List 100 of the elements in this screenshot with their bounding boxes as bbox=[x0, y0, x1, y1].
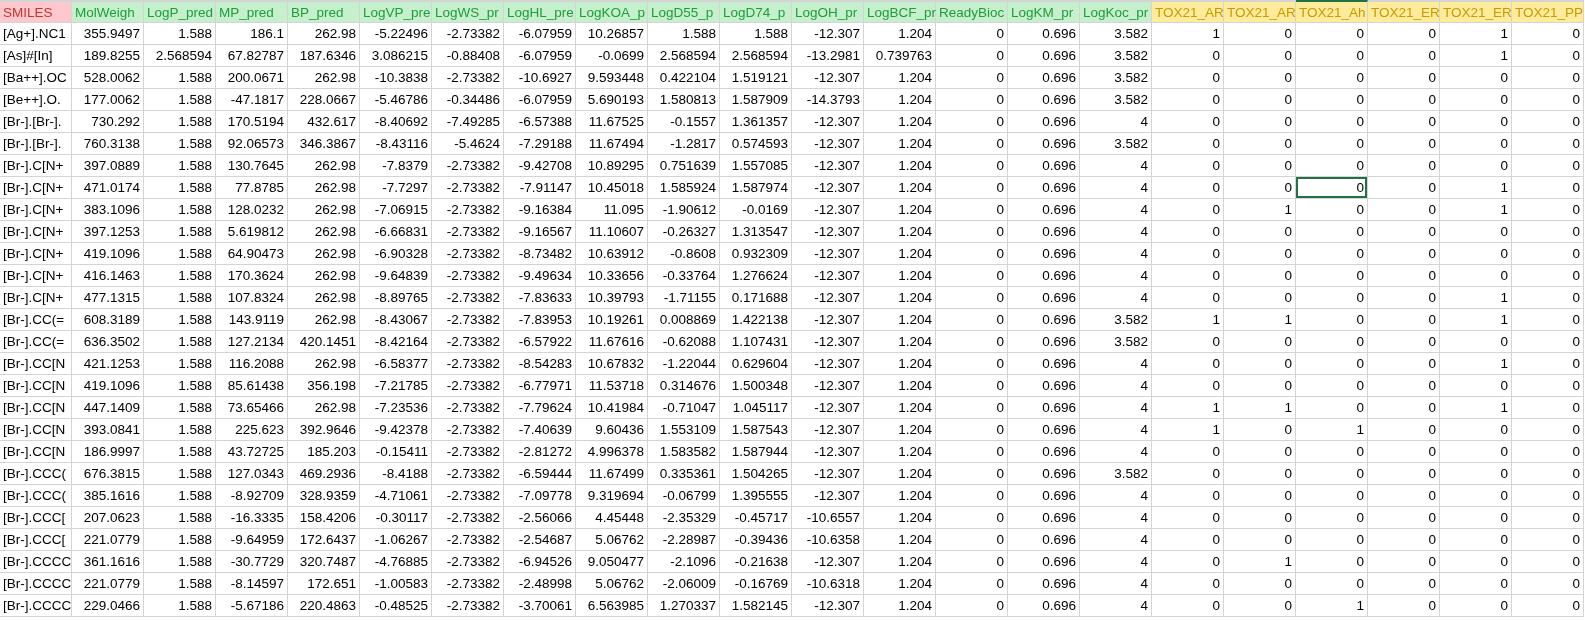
table-cell: -6.57922 bbox=[504, 331, 576, 353]
table-cell: 1 bbox=[1296, 595, 1368, 617]
table-cell: 392.9646 bbox=[288, 419, 360, 441]
table-cell: 6.563985 bbox=[576, 595, 648, 617]
table-cell: 0 bbox=[1296, 133, 1368, 155]
table-cell: 1.588 bbox=[144, 507, 216, 529]
table-cell: 0 bbox=[1152, 155, 1224, 177]
table-cell: 11.67616 bbox=[576, 331, 648, 353]
table-cell: 0 bbox=[1152, 221, 1224, 243]
column-header: LogHL_pre bbox=[504, 0, 576, 23]
table-cell: 0 bbox=[1152, 111, 1224, 133]
column-header: ReadyBioc bbox=[936, 0, 1008, 23]
table-cell: 0 bbox=[1512, 265, 1584, 287]
table-cell: 0 bbox=[1296, 111, 1368, 133]
table-cell: -8.43116 bbox=[360, 133, 432, 155]
table-cell: 447.1409 bbox=[72, 397, 144, 419]
table-cell: 1.204 bbox=[864, 551, 936, 573]
table-cell: 528.0062 bbox=[72, 67, 144, 89]
table-cell: 207.0623 bbox=[72, 507, 144, 529]
table-cell: 1.588 bbox=[144, 287, 216, 309]
table-cell: 1 bbox=[1440, 287, 1512, 309]
table-cell: -8.4188 bbox=[360, 463, 432, 485]
table-cell: -12.307 bbox=[792, 221, 864, 243]
table-cell: 107.8324 bbox=[216, 287, 288, 309]
table-cell: 0 bbox=[1368, 89, 1440, 111]
table-cell: [As]#[In] bbox=[0, 45, 72, 67]
table-cell: 4 bbox=[1080, 507, 1152, 529]
table-cell: -2.73382 bbox=[432, 331, 504, 353]
table-cell: 2.568594 bbox=[648, 45, 720, 67]
table-cell: -2.28987 bbox=[648, 529, 720, 551]
table-cell: -7.8379 bbox=[360, 155, 432, 177]
table-cell: 0.696 bbox=[1008, 529, 1080, 551]
table-cell: [Br-].C[N+ bbox=[0, 177, 72, 199]
table-cell: -12.307 bbox=[792, 441, 864, 463]
table-cell: 1.588 bbox=[144, 89, 216, 111]
table-cell: -2.73382 bbox=[432, 353, 504, 375]
table-cell: 1.313547 bbox=[720, 221, 792, 243]
column-header: LogKoc_pr bbox=[1080, 0, 1152, 23]
table-cell: [Br-].CCC[ bbox=[0, 529, 72, 551]
table-cell: 0.696 bbox=[1008, 287, 1080, 309]
table-cell: 0 bbox=[1440, 595, 1512, 617]
table-cell: 1.204 bbox=[864, 111, 936, 133]
table-cell: [Br-].CCC( bbox=[0, 485, 72, 507]
table-cell: 1.504265 bbox=[720, 463, 792, 485]
table-cell: 0.629604 bbox=[720, 353, 792, 375]
table-cell: 1 bbox=[1152, 419, 1224, 441]
table-cell: 0 bbox=[1440, 507, 1512, 529]
table-cell: 225.623 bbox=[216, 419, 288, 441]
table-cell: 1.204 bbox=[864, 133, 936, 155]
table-cell: 1.585924 bbox=[648, 177, 720, 199]
table-cell: 10.19261 bbox=[576, 309, 648, 331]
table-cell: [Br-].CCCC bbox=[0, 551, 72, 573]
table-cell: 170.5194 bbox=[216, 111, 288, 133]
table-cell: 0 bbox=[1368, 331, 1440, 353]
table-cell: 420.1451 bbox=[288, 331, 360, 353]
table-cell: 419.1096 bbox=[72, 375, 144, 397]
column-header: TOX21_ER bbox=[1440, 0, 1512, 23]
table-cell: -8.42164 bbox=[360, 331, 432, 353]
table-cell: 0 bbox=[1296, 67, 1368, 89]
table-cell: -12.307 bbox=[792, 111, 864, 133]
table-cell: 0 bbox=[1440, 133, 1512, 155]
table-cell: 0 bbox=[1368, 111, 1440, 133]
table-cell: 0 bbox=[1296, 331, 1368, 353]
table-cell: 0 bbox=[1152, 353, 1224, 375]
table-cell: -2.35329 bbox=[648, 507, 720, 529]
table-cell: 1.588 bbox=[144, 529, 216, 551]
table-cell: 0.696 bbox=[1008, 309, 1080, 331]
table-cell: 421.1253 bbox=[72, 353, 144, 375]
table-cell: -14.3793 bbox=[792, 89, 864, 111]
table-cell: 0 bbox=[1296, 287, 1368, 309]
table-cell: 0 bbox=[1224, 463, 1296, 485]
table-cell: 361.1616 bbox=[72, 551, 144, 573]
table-cell: 1 bbox=[1440, 45, 1512, 67]
table-cell: -12.307 bbox=[792, 375, 864, 397]
table-cell: [Br-].CC[N bbox=[0, 419, 72, 441]
table-cell: 1.204 bbox=[864, 353, 936, 375]
table-cell: 0 bbox=[1152, 89, 1224, 111]
table-cell: 0 bbox=[936, 45, 1008, 67]
table-cell: -0.0699 bbox=[576, 45, 648, 67]
table-cell: 0 bbox=[1296, 221, 1368, 243]
table-cell: 0 bbox=[1512, 177, 1584, 199]
table-cell: 0 bbox=[1296, 23, 1368, 45]
table-cell: 0.696 bbox=[1008, 221, 1080, 243]
table-cell: 0 bbox=[1152, 485, 1224, 507]
table-cell: 0 bbox=[1368, 243, 1440, 265]
table-cell: 0 bbox=[936, 551, 1008, 573]
table-cell: 0 bbox=[1152, 67, 1224, 89]
table-cell: 0 bbox=[1368, 595, 1440, 617]
table-cell: 0.696 bbox=[1008, 265, 1080, 287]
table-cell: 0 bbox=[936, 309, 1008, 331]
table-cell: -1.06267 bbox=[360, 529, 432, 551]
table-cell: 0 bbox=[936, 199, 1008, 221]
table-cell: 1.107431 bbox=[720, 331, 792, 353]
table-cell: -12.307 bbox=[792, 485, 864, 507]
table-cell: 1.204 bbox=[864, 287, 936, 309]
table-cell: 4 bbox=[1080, 529, 1152, 551]
table-cell: 0.314676 bbox=[648, 375, 720, 397]
table-cell: 0.696 bbox=[1008, 485, 1080, 507]
table-cell: -2.56066 bbox=[504, 507, 576, 529]
table-cell: 4 bbox=[1080, 419, 1152, 441]
